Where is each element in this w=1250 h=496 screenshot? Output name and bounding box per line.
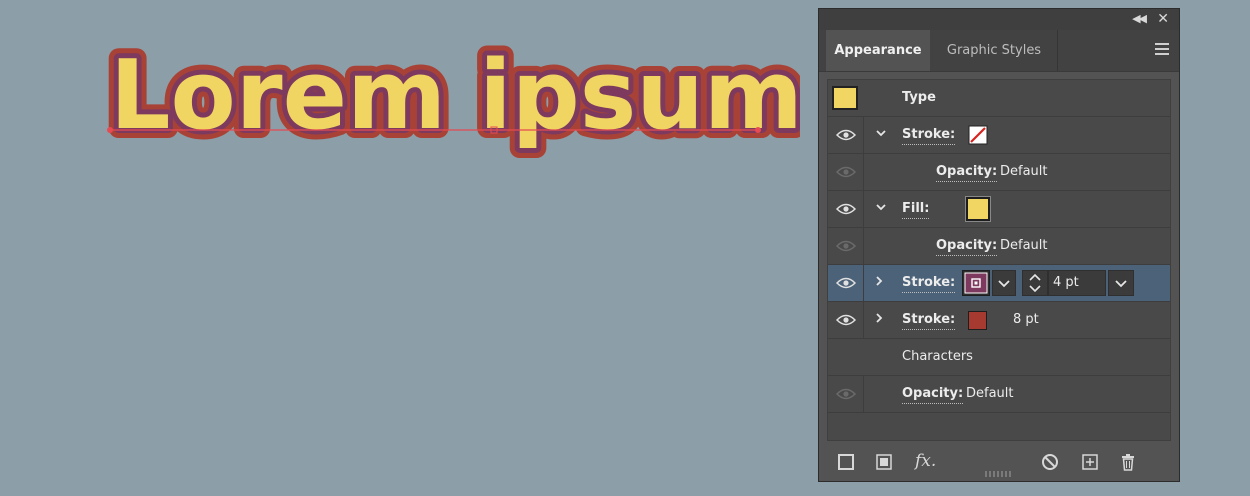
opacity-value: Default xyxy=(1000,164,1048,179)
new-fill-icon[interactable] xyxy=(875,453,893,471)
visibility-cell[interactable] xyxy=(828,302,864,338)
tab-appearance[interactable]: Appearance xyxy=(826,30,930,71)
stroke-label[interactable]: Stroke: xyxy=(902,126,956,145)
appearance-list: Type Stroke: Opacity: Default Fill: Opac… xyxy=(827,79,1171,441)
stroke-color-dropdown[interactable] xyxy=(992,270,1016,296)
close-panel-icon[interactable]: ✕ xyxy=(1157,11,1169,27)
duplicate-item-icon[interactable] xyxy=(1081,453,1099,471)
stroke-weight-stepper[interactable] xyxy=(1022,270,1048,296)
panel-bottom-toolbar: fx. xyxy=(819,443,1179,483)
new-stroke-icon[interactable] xyxy=(837,453,855,471)
clear-appearance-icon[interactable] xyxy=(1041,453,1059,471)
row-opacity-2[interactable]: Opacity: Default xyxy=(828,228,1170,265)
chevron-down-icon xyxy=(1115,280,1127,288)
stroke-weight-input[interactable]: 4 pt xyxy=(1048,270,1106,296)
visibility-cell[interactable] xyxy=(828,191,864,227)
chevron-down-icon[interactable] xyxy=(874,126,888,140)
chevron-right-icon[interactable] xyxy=(872,274,886,288)
type-label: Type xyxy=(902,90,936,105)
chevron-down-icon[interactable] xyxy=(874,200,888,214)
type-thumbnail-swatch xyxy=(832,86,858,110)
chevron-right-icon[interactable] xyxy=(872,311,886,325)
eye-icon[interactable] xyxy=(836,203,856,215)
stroke-color-swatch[interactable] xyxy=(962,270,990,296)
stroke-label[interactable]: Stroke: xyxy=(902,274,956,293)
opacity-label[interactable]: Opacity: xyxy=(936,237,998,256)
stroke-label[interactable]: Stroke: xyxy=(902,311,956,330)
opacity-value: Default xyxy=(1000,238,1048,253)
opacity-label[interactable]: Opacity: xyxy=(902,385,964,404)
row-characters[interactable]: Characters xyxy=(828,339,1170,376)
row-stroke-none[interactable]: Stroke: xyxy=(828,117,1170,154)
stepper-arrows-icon xyxy=(1029,273,1041,293)
lorem-ipsum-text-object[interactable]: Lorem ipsum Lorem ipsum Lorem ipsum xyxy=(100,31,800,161)
fill-label[interactable]: Fill: xyxy=(902,200,930,219)
characters-label[interactable]: Characters xyxy=(902,339,973,375)
opacity-label[interactable]: Opacity: xyxy=(936,163,998,182)
stroke-weight-dropdown[interactable] xyxy=(1108,270,1134,296)
stroke-weight-value[interactable]: 8 pt xyxy=(1013,302,1039,338)
row-stroke-4pt-selected[interactable]: Stroke: 4 pt xyxy=(828,265,1170,302)
panel-tab-bar: Appearance Graphic Styles xyxy=(819,30,1179,72)
baseline-end-point[interactable] xyxy=(755,127,761,133)
stroke-color-swatch[interactable] xyxy=(968,311,987,330)
artboard-canvas[interactable]: Lorem ipsum Lorem ipsum Lorem ipsum xyxy=(0,0,800,200)
visibility-cell[interactable] xyxy=(828,228,864,264)
panel-menu-icon[interactable] xyxy=(1155,43,1169,55)
eye-icon[interactable] xyxy=(836,129,856,141)
row-opacity-1[interactable]: Opacity: Default xyxy=(828,154,1170,191)
row-stroke-8pt[interactable]: Stroke: 8 pt xyxy=(828,302,1170,339)
visibility-cell[interactable] xyxy=(828,154,864,190)
eye-icon[interactable] xyxy=(836,277,856,289)
eye-icon[interactable] xyxy=(836,314,856,326)
panel-resize-grip[interactable] xyxy=(985,471,1015,477)
eye-icon-dimmed[interactable] xyxy=(836,240,856,252)
row-opacity-3[interactable]: Opacity: Default xyxy=(828,376,1170,413)
fill-color-swatch[interactable] xyxy=(965,196,991,222)
tab-graphic-styles[interactable]: Graphic Styles xyxy=(931,30,1058,71)
fill-layer: Lorem ipsum xyxy=(110,41,800,151)
visibility-cell[interactable] xyxy=(828,376,864,412)
appearance-panel: ◀◀ ✕ Appearance Graphic Styles Type Stro… xyxy=(818,8,1180,482)
fx-icon[interactable]: fx. xyxy=(915,451,936,471)
visibility-cell[interactable] xyxy=(828,265,864,301)
baseline-start-point[interactable] xyxy=(107,127,113,133)
stroke-none-swatch[interactable] xyxy=(968,125,988,145)
chevron-down-icon xyxy=(998,280,1010,288)
delete-item-icon[interactable] xyxy=(1119,453,1137,471)
opacity-value: Default xyxy=(966,386,1014,401)
visibility-cell[interactable] xyxy=(828,117,864,153)
eye-icon-dimmed[interactable] xyxy=(836,166,856,178)
collapse-panel-icon[interactable]: ◀◀ xyxy=(1132,11,1147,27)
eye-icon-dimmed[interactable] xyxy=(836,388,856,400)
panel-titlebar[interactable]: ◀◀ ✕ xyxy=(819,9,1179,30)
row-type-header[interactable]: Type xyxy=(828,80,1170,117)
row-fill[interactable]: Fill: xyxy=(828,191,1170,228)
